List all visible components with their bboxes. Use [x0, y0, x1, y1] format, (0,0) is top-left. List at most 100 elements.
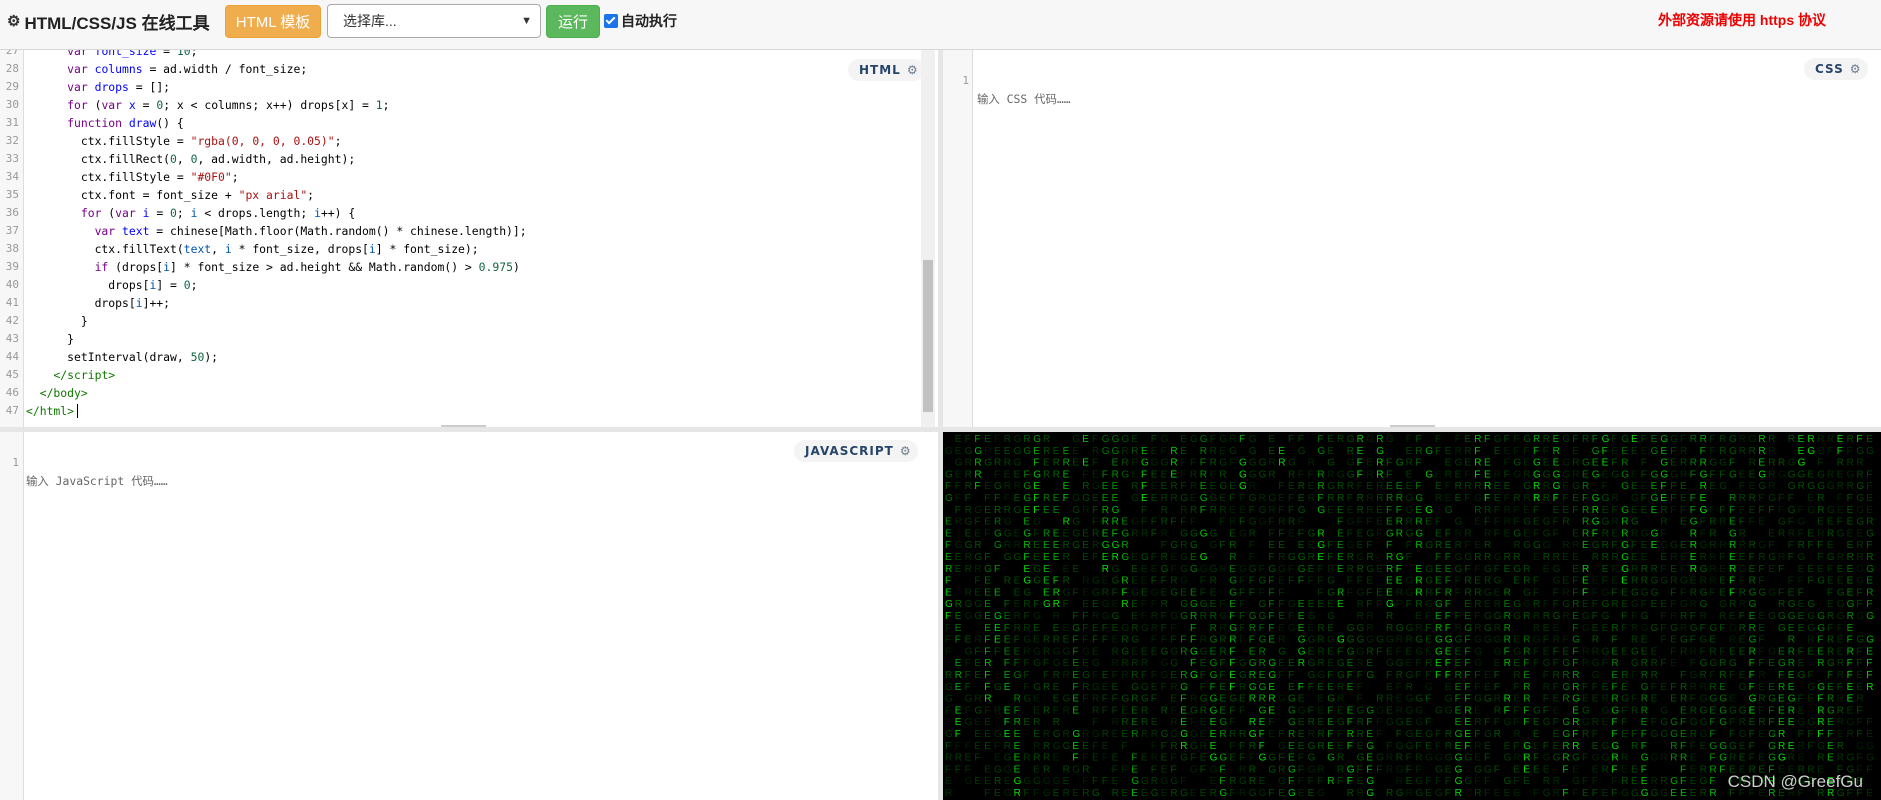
rain-glyph: G — [1249, 729, 1257, 740]
rain-glyph: R — [1582, 658, 1589, 669]
gear-icon[interactable]: ⚙ — [1850, 62, 1862, 76]
gear-icon[interactable]: ⚙ — [900, 444, 912, 458]
rain-glyph: F — [1161, 682, 1167, 693]
rain-glyph: R — [1837, 705, 1844, 716]
rain-glyph: F — [1190, 753, 1196, 764]
html-editor-label[interactable]: HTML ⚙ — [848, 59, 925, 81]
rain-glyph: F — [1494, 670, 1500, 681]
auto-run-checkbox[interactable] — [604, 14, 618, 28]
javascript-editor-label[interactable]: JAVASCRIPT ⚙ — [794, 440, 918, 462]
rain-glyph: F — [1611, 682, 1617, 693]
rain-glyph: R — [1700, 481, 1707, 492]
rain-glyph: R — [1513, 552, 1520, 563]
rain-glyph: F — [1406, 753, 1412, 764]
rain-glyph: E — [1837, 505, 1844, 516]
rain-glyph: E — [974, 528, 981, 539]
rain-glyph: F — [1180, 517, 1186, 528]
rain-glyph: G — [1014, 505, 1022, 516]
rain-glyph: R — [1308, 458, 1315, 469]
rain-glyph: E — [1072, 670, 1079, 681]
rain-glyph: G — [1484, 623, 1492, 634]
rain-glyph: E — [1798, 658, 1805, 669]
rain-glyph: E — [1553, 623, 1560, 634]
html-editor[interactable]: 27 var font_size = 10; 28 var columns = a… — [0, 50, 938, 427]
rain-glyph: G — [1651, 576, 1659, 587]
html-editor-scroll-thumb[interactable] — [923, 260, 933, 412]
rain-glyph: R — [1229, 729, 1236, 740]
rain-glyph: R — [1210, 458, 1217, 469]
gear-icon[interactable]: ⚙ — [907, 63, 919, 77]
rain-glyph: G — [1092, 729, 1100, 740]
html-template-button[interactable]: HTML 模板 — [225, 5, 321, 38]
library-select[interactable]: 选择库... ▼ — [327, 4, 541, 38]
rain-glyph: E — [1817, 646, 1824, 657]
rain-glyph: R — [1602, 540, 1609, 551]
rain-glyph: R — [955, 517, 962, 528]
rain-glyph: G — [945, 729, 953, 740]
rain-glyph: R — [1739, 540, 1746, 551]
rain-glyph: E — [1151, 646, 1158, 657]
chevron-down-icon: ▼ — [521, 15, 532, 27]
rain-glyph: F — [1112, 528, 1118, 539]
rain-glyph: E — [1592, 623, 1599, 634]
rain-glyph: R — [1347, 729, 1354, 740]
rain-glyph: E — [1112, 623, 1119, 634]
rain-glyph: G — [1856, 635, 1864, 646]
rain-glyph: F — [1298, 434, 1304, 445]
rain-glyph: E — [1602, 682, 1609, 693]
rain-glyph: R — [1200, 446, 1207, 457]
rain-glyph: G — [1249, 434, 1257, 445]
html-editor-scrollbar[interactable] — [921, 50, 935, 427]
rain-glyph: F — [1758, 646, 1764, 657]
rain-glyph: R — [1406, 682, 1413, 693]
rain-glyph: R — [1758, 552, 1765, 563]
rain-glyph: R — [1582, 481, 1589, 492]
css-editor[interactable]: 1 输入 CSS 代码…… CSS ⚙ — [943, 50, 1881, 427]
rain-glyph: E — [1131, 611, 1138, 622]
rain-glyph: F — [1455, 434, 1461, 445]
rain-glyph: G — [1219, 753, 1227, 764]
rain-glyph: F — [1288, 776, 1294, 787]
rain-glyph: E — [1562, 576, 1569, 587]
rain-glyph: E — [1278, 446, 1285, 457]
rain-glyph: F — [1445, 611, 1451, 622]
rain-glyph: G — [1660, 469, 1668, 480]
rain-glyph: R — [1121, 446, 1128, 457]
rain-glyph: F — [1611, 788, 1617, 799]
rain-glyph: G — [1641, 682, 1649, 693]
rain-glyph: F — [1621, 717, 1627, 728]
rain-glyph: E — [984, 587, 991, 598]
rain-glyph: R — [994, 458, 1001, 469]
rain-glyph: F — [1268, 611, 1274, 622]
rain-glyph: G — [1033, 469, 1041, 480]
rain-glyph: R — [1680, 458, 1687, 469]
rain-glyph: F — [1161, 635, 1167, 646]
rain-glyph: R — [1827, 635, 1834, 646]
rain-glyph: R — [1739, 599, 1746, 610]
rain-glyph: G — [1523, 540, 1531, 551]
rain-glyph: G — [1023, 493, 1031, 504]
rain-glyph: G — [1288, 717, 1296, 728]
javascript-editor[interactable]: 1 输入 JavaScript 代码…… JAVASCRIPT ⚙ — [0, 432, 938, 800]
rain-glyph: R — [1778, 528, 1785, 539]
rain-glyph: E — [1523, 458, 1530, 469]
auto-run-toggle[interactable]: 自动执行 — [604, 11, 677, 31]
rain-glyph: R — [1386, 788, 1393, 799]
rain-glyph: R — [1474, 623, 1481, 634]
rain-glyph: G — [1033, 776, 1041, 787]
rain-glyph: E — [1180, 717, 1187, 728]
css-editor-label[interactable]: CSS ⚙ — [1804, 58, 1868, 80]
rain-glyph: F — [945, 741, 951, 752]
rain-glyph: E — [1278, 623, 1285, 634]
rain-glyph: G — [1112, 564, 1120, 575]
run-button[interactable]: 运行 — [546, 5, 600, 38]
rain-glyph: R — [1651, 670, 1658, 681]
rain-glyph: R — [1758, 717, 1765, 728]
rain-glyph: G — [1709, 458, 1717, 469]
rain-glyph: E — [1112, 635, 1119, 646]
javascript-placeholder: 输入 JavaScript 代码…… — [26, 474, 168, 488]
rain-glyph: E — [1523, 505, 1530, 516]
rain-glyph: F — [1484, 753, 1490, 764]
line-number: 45 — [5, 368, 19, 381]
rain-glyph: F — [955, 729, 961, 740]
